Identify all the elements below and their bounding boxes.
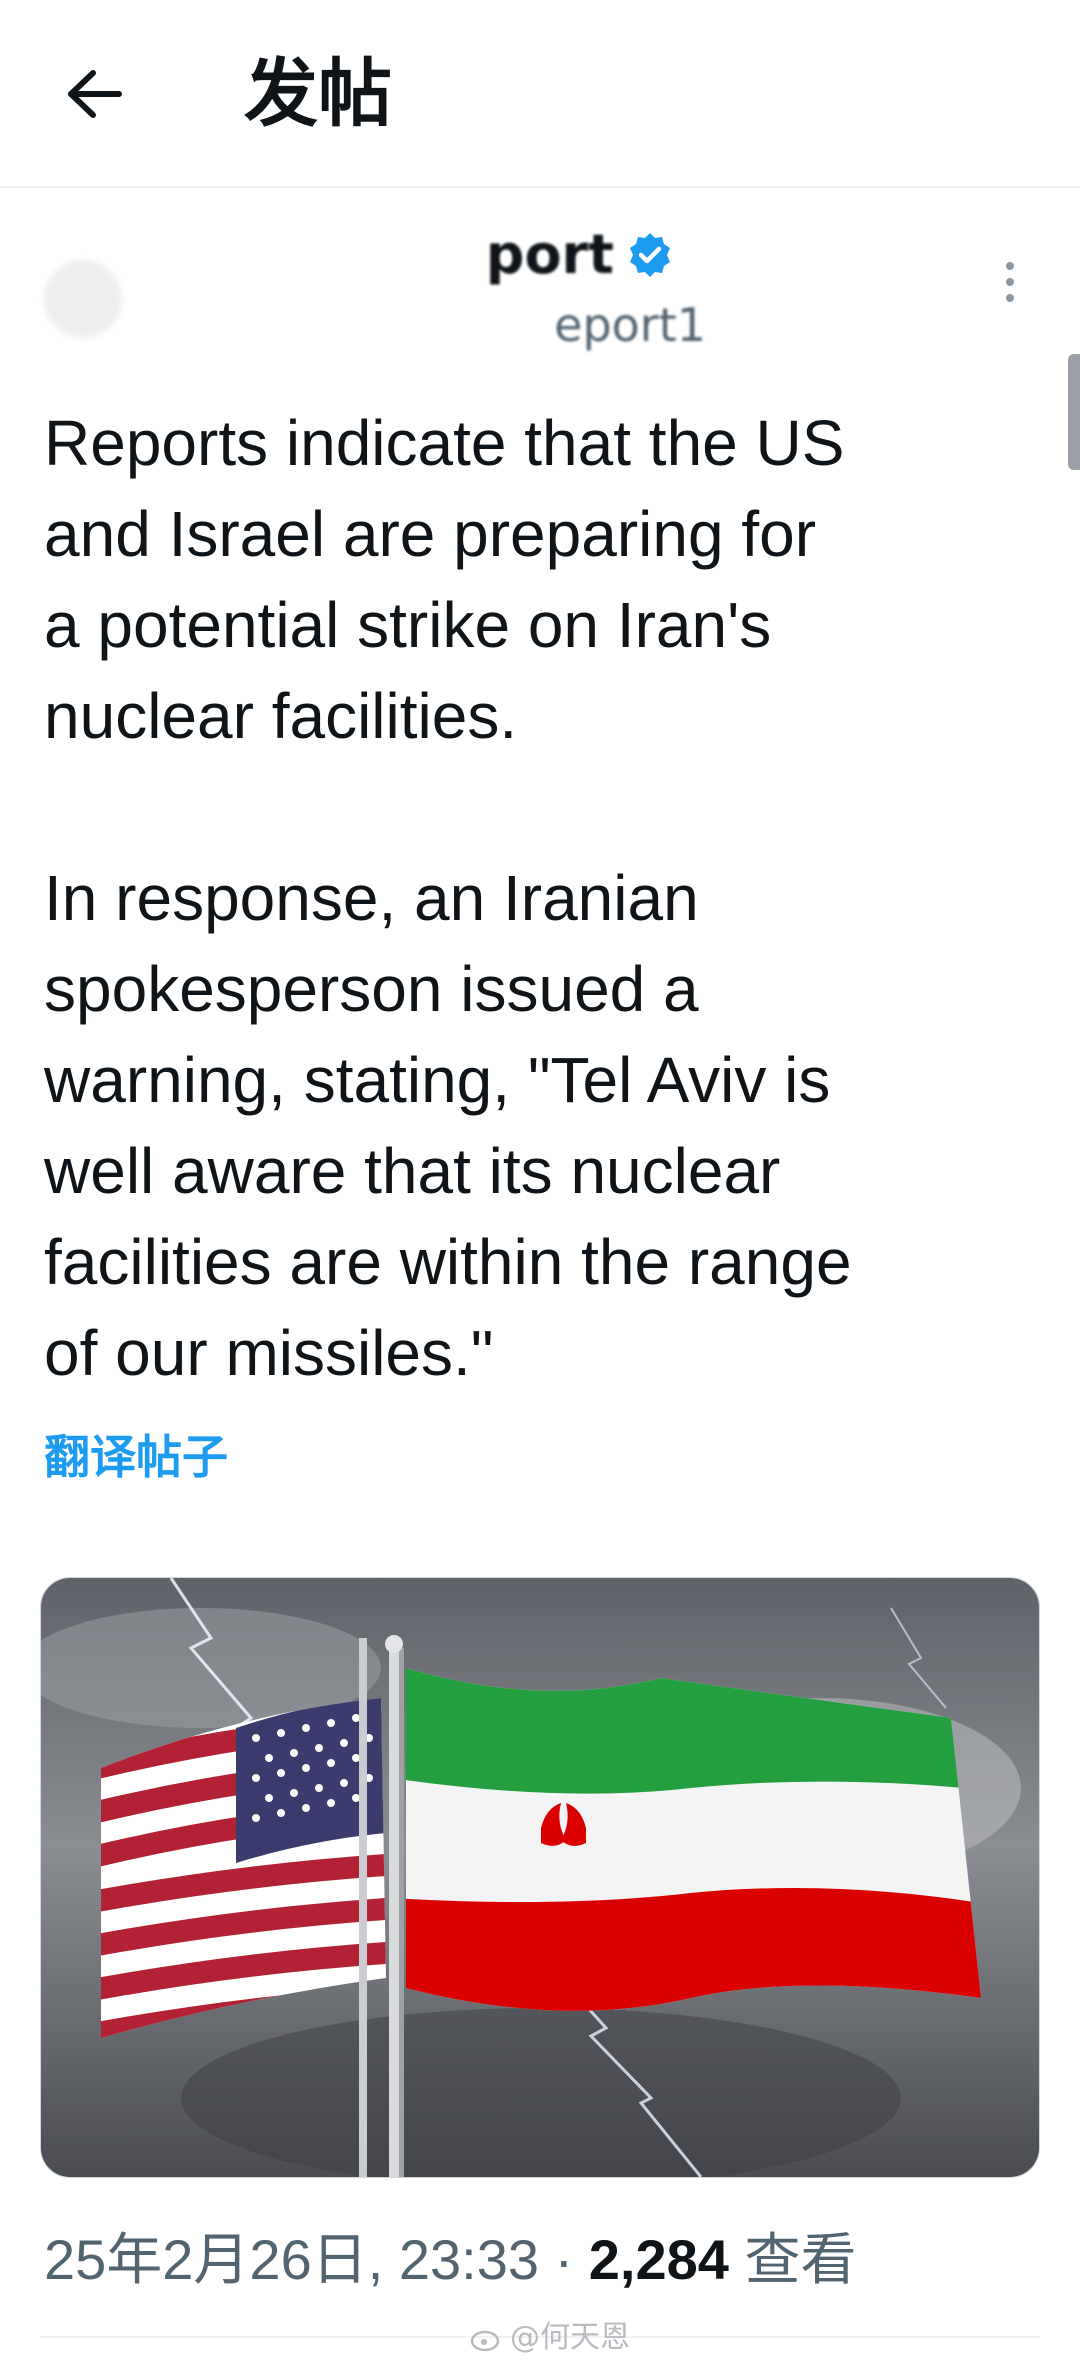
author-handle[interactable]: eport1 xyxy=(154,296,706,354)
post-author[interactable]: port eport1 xyxy=(44,222,1004,362)
watermark-text: @何天恩 xyxy=(510,2320,630,2355)
arrow-left-icon xyxy=(68,70,122,118)
views-count: 2,284 xyxy=(588,2228,729,2291)
post-meta: 25年2月26日, 23:33 · 2,284 查看 xyxy=(44,2220,1024,2300)
watermark: @何天恩 xyxy=(470,2318,630,2358)
post-image[interactable] xyxy=(40,1577,1040,2178)
more-dot-icon xyxy=(1006,262,1014,270)
top-bar: 发帖 xyxy=(0,0,1080,188)
weibo-logo-icon xyxy=(470,2330,500,2352)
page-title: 发帖 xyxy=(244,51,392,137)
scrollbar-thumb[interactable] xyxy=(1068,354,1080,470)
back-button[interactable] xyxy=(52,52,136,136)
avatar[interactable] xyxy=(44,260,122,338)
post-paragraph: Reports indicate that the US and Israel … xyxy=(44,407,845,752)
post-body: Reports indicate that the US and Israel … xyxy=(44,398,984,1399)
verified-badge-icon xyxy=(630,233,670,277)
more-options-button[interactable] xyxy=(978,250,1042,314)
post-paragraph: In response, an Iranian spokesperson iss… xyxy=(44,862,852,1389)
author-name-text: port xyxy=(485,223,614,286)
more-dot-icon xyxy=(1006,294,1014,302)
translate-post-link[interactable]: 翻译帖子 xyxy=(44,1422,228,1492)
meta-separator: · xyxy=(554,2228,574,2291)
views-label: 查看 xyxy=(744,2228,857,2291)
more-dot-icon xyxy=(1006,278,1014,286)
flags-image xyxy=(41,1578,1039,2177)
post-timestamp[interactable]: 25年2月26日, 23:33 xyxy=(44,2228,539,2291)
author-name[interactable]: port xyxy=(154,224,674,286)
